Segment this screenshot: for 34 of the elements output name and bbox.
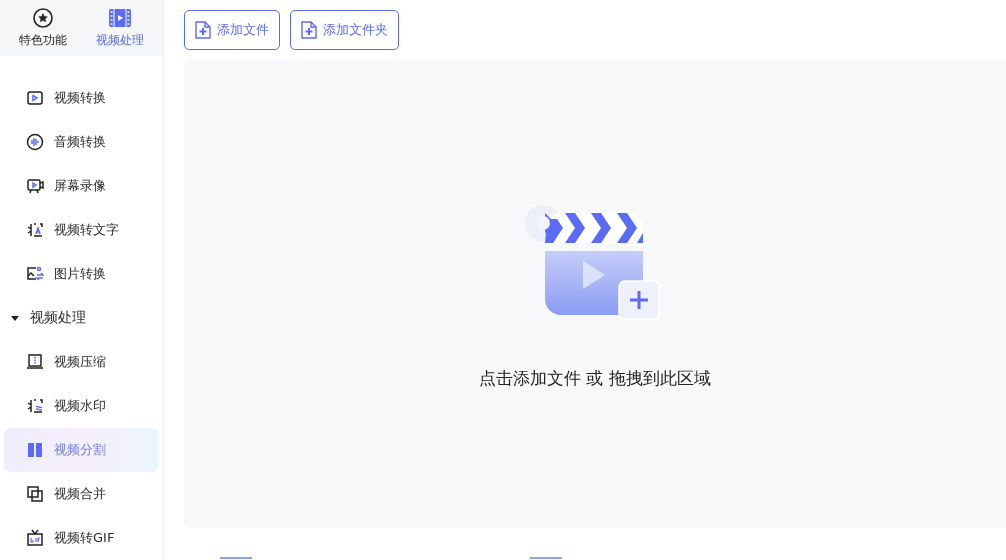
sidebar-item[interactable]: 视频压缩 (4, 340, 159, 384)
video-watermark-icon (26, 397, 44, 415)
image-convert-icon (26, 265, 44, 283)
file-plus-icon (195, 21, 211, 39)
audio-wave-icon (26, 133, 44, 151)
sidebar-item[interactable]: 视频转换 (4, 76, 159, 120)
tab-label: 特色功能 (18, 31, 67, 49)
sidebar-group[interactable]: 视频处理 (4, 296, 159, 340)
film-strip-icon (109, 7, 132, 28)
video-text-icon (26, 221, 44, 239)
caret-icon (10, 313, 20, 323)
video-convert-icon (26, 89, 44, 107)
sidebar-item[interactable]: 视频转GIF (4, 516, 159, 560)
overlap-squares-icon (26, 485, 44, 503)
sidebar-item[interactable]: 视频合并 (4, 472, 159, 516)
sidebar-tab[interactable]: 特色功能 (18, 7, 67, 49)
file-plus-icon (301, 21, 317, 39)
drop-zone[interactable]: 点击添加文件 或 拖拽到此区域 (184, 60, 1006, 528)
gif-tv-icon (26, 529, 44, 547)
sidebar-tab[interactable]: 视频处理 (96, 7, 145, 49)
group-label: 视频处理 (30, 309, 86, 327)
add-file-button[interactable]: 添加文件 (184, 10, 280, 50)
sidebar-item[interactable]: 视频转文字 (4, 208, 159, 252)
sidebar-item[interactable]: 视频水印 (4, 384, 159, 428)
drop-hint: 点击添加文件 或 拖拽到此区域 (479, 367, 711, 390)
star-circle-icon (32, 7, 53, 28)
sidebar-item[interactable]: 图片转换 (4, 252, 159, 296)
sidebar-item[interactable]: 屏幕录像 (4, 164, 159, 208)
screen-record-icon (26, 177, 44, 195)
split-bars-icon (26, 441, 44, 459)
tab-label: 视频处理 (96, 31, 145, 49)
sidebar-item[interactable]: 音频转换 (4, 120, 159, 164)
laptop-compress-icon (26, 353, 44, 371)
add-file-button[interactable]: 添加文件夹 (290, 10, 399, 50)
